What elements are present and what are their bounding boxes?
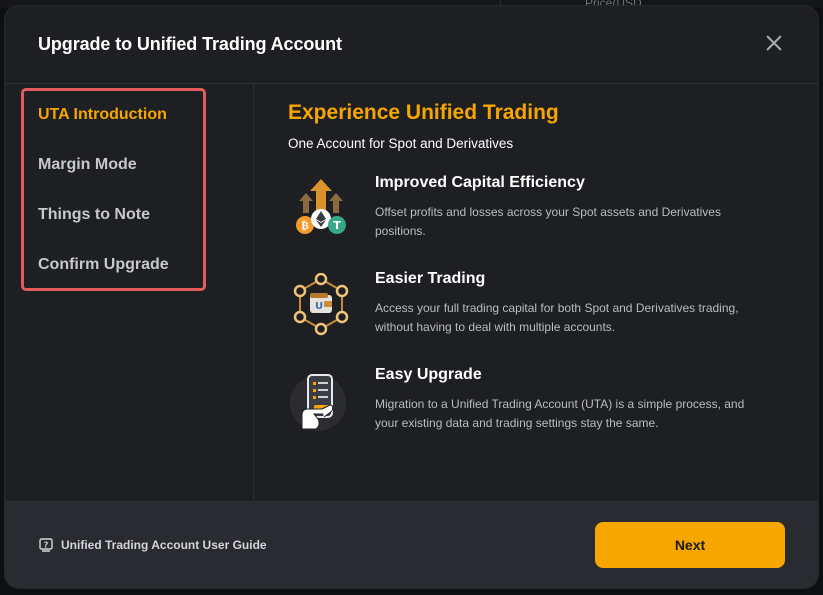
feature-text: Easier Trading Access your full trading … [375, 270, 770, 339]
modal-header: Upgrade to Unified Trading Account [5, 6, 818, 84]
svg-text:?: ? [44, 541, 49, 550]
svg-text:₿: ₿ [301, 219, 309, 232]
sidebar-item-uta-introduction[interactable]: UTA Introduction [24, 104, 203, 154]
feature-title: Improved Capital Efficiency [375, 174, 585, 191]
feature-item: Easy Upgrade Migration to a Unified Trad… [288, 366, 818, 435]
feature-description: Offset profits and losses across your Sp… [375, 205, 721, 238]
wallet-network-icon: U [293, 273, 349, 336]
feature-text: Improved Capital Efficiency Offset profi… [375, 174, 770, 243]
feature-text: Easy Upgrade Migration to a Unified Trad… [375, 366, 770, 435]
feature-title: Easier Trading [375, 270, 486, 287]
next-button[interactable]: Next [595, 522, 785, 568]
svg-text:T: T [333, 219, 341, 232]
sidebar-item-confirm-upgrade[interactable]: Confirm Upgrade [24, 254, 203, 304]
modal-title: Upgrade to Unified Trading Account [38, 34, 342, 54]
content-title: Experience Unified Trading [288, 101, 559, 124]
help-book-icon: ? [39, 538, 53, 552]
user-guide-label: Unified Trading Account User Guide [61, 538, 267, 552]
feature-item: U Easier Trading Access your full tradin… [288, 270, 818, 339]
feature-title: Easy Upgrade [375, 366, 482, 383]
modal-footer: ? Unified Trading Account User Guide Nex… [5, 501, 818, 588]
feature-description: Migration to a Unified Trading Account (… [375, 397, 745, 430]
feature-item: ₿ T Improved Capital Efficiency Offset p… [288, 174, 818, 243]
feature-description: Access your full trading capital for bot… [375, 301, 739, 334]
upgrade-modal: Upgrade to Unified Trading Account UTA I… [5, 6, 818, 588]
user-guide-link[interactable]: ? Unified Trading Account User Guide [39, 538, 267, 552]
modal-body: UTA Introduction Margin Mode Things to N… [5, 84, 818, 500]
main-content: Experience Unified Trading One Account f… [254, 84, 818, 500]
sidebar-item-things-to-note[interactable]: Things to Note [24, 204, 203, 254]
svg-text:U: U [315, 301, 323, 312]
capital-efficiency-icon: ₿ T [296, 179, 346, 234]
phone-checklist-icon [290, 374, 346, 431]
close-icon[interactable] [764, 33, 784, 53]
sidebar: UTA Introduction Margin Mode Things to N… [5, 84, 254, 500]
sidebar-item-margin-mode[interactable]: Margin Mode [24, 154, 203, 204]
content-subtitle: One Account for Spot and Derivatives [288, 136, 514, 151]
sidebar-nav: UTA Introduction Margin Mode Things to N… [21, 88, 206, 291]
